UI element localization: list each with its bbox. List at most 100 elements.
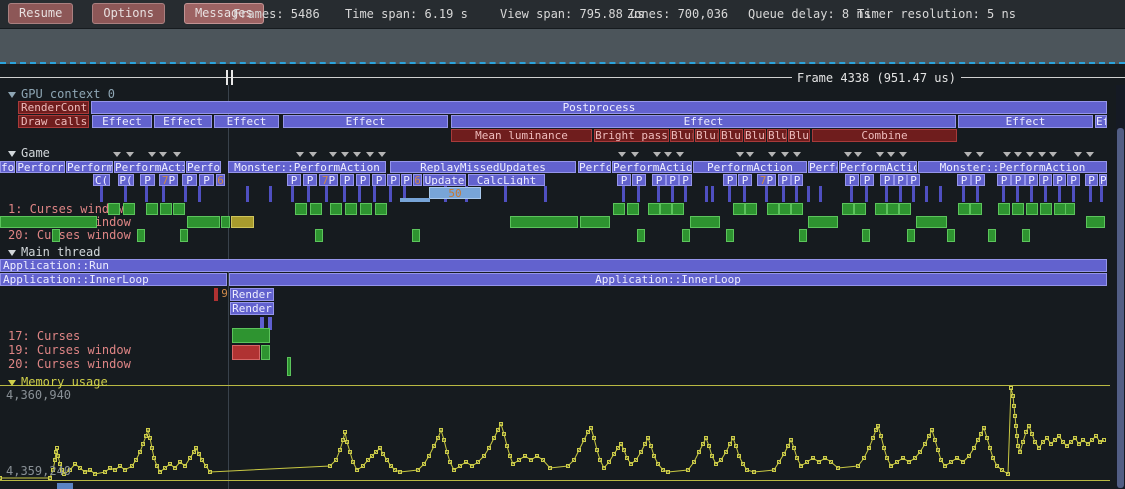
message-marker-icon[interactable] xyxy=(844,152,852,157)
lock-event[interactable] xyxy=(875,203,887,215)
message-marker-icon[interactable] xyxy=(329,152,337,157)
zone-bar[interactable]: Bright pass xyxy=(594,129,669,142)
zone-bar[interactable]: P xyxy=(356,174,370,186)
zone-bar[interactable]: Effect xyxy=(958,115,1093,128)
lock-event[interactable] xyxy=(232,328,270,343)
zone-bar[interactable]: P xyxy=(199,174,214,186)
lock-event[interactable] xyxy=(360,203,372,215)
message-marker-icon[interactable] xyxy=(1038,152,1046,157)
lock-event[interactable] xyxy=(660,203,672,215)
lock-row-label[interactable]: 17: Curses xyxy=(8,330,80,343)
lock-event[interactable] xyxy=(1040,203,1052,215)
message-marker-icon[interactable] xyxy=(653,152,661,157)
zone-bar[interactable]: PerformAction xyxy=(693,161,807,173)
zone-bar[interactable]: P xyxy=(845,174,859,186)
zone-bar[interactable]: 7P xyxy=(319,174,338,186)
zone-bar[interactable]: Blu xyxy=(767,129,787,142)
lock-event[interactable] xyxy=(108,203,120,215)
lock-event[interactable] xyxy=(315,229,323,242)
zone-bar[interactable]: Perforr xyxy=(16,161,65,173)
zone-bar[interactable]: Perfc xyxy=(578,161,611,173)
zone-bar[interactable]: P xyxy=(907,174,920,186)
message-marker-icon[interactable] xyxy=(296,152,304,157)
lock-event[interactable] xyxy=(791,203,803,215)
lock-row-label[interactable]: 19: Curses window xyxy=(8,344,131,357)
lock-row-label[interactable]: 20: Curses window xyxy=(8,229,131,242)
lock-event[interactable] xyxy=(295,203,307,215)
lock-event[interactable] xyxy=(808,216,838,228)
message-marker-icon[interactable] xyxy=(1086,152,1094,157)
message-marker-icon[interactable] xyxy=(664,152,672,157)
zone-bar[interactable]: P xyxy=(679,174,692,186)
message-marker-icon[interactable] xyxy=(899,152,907,157)
zone-bar[interactable]: P xyxy=(387,174,400,186)
lock-event[interactable] xyxy=(690,216,720,228)
zone-bar[interactable]: Application::InnerLoop xyxy=(229,273,1107,286)
message-marker-icon[interactable] xyxy=(126,152,134,157)
message-marker-icon[interactable] xyxy=(1003,152,1011,157)
lock-event[interactable] xyxy=(510,216,578,228)
zone-bar[interactable]: PerformActic xyxy=(839,161,917,173)
zone-bar[interactable]: Perform xyxy=(66,161,113,173)
message-marker-icon[interactable] xyxy=(378,152,386,157)
zone-bar[interactable]: Blur xyxy=(788,129,810,142)
lock-event[interactable] xyxy=(970,203,982,215)
lock-event[interactable] xyxy=(648,203,660,215)
zone-bar[interactable]: Update xyxy=(423,174,466,186)
message-marker-icon[interactable] xyxy=(618,152,626,157)
message-marker-icon[interactable] xyxy=(781,152,789,157)
lock-event[interactable] xyxy=(799,229,807,242)
zone-bar[interactable]: Effect xyxy=(214,115,279,128)
message-marker-icon[interactable] xyxy=(768,152,776,157)
lock-event[interactable] xyxy=(726,229,734,242)
lock-event[interactable] xyxy=(682,229,690,242)
lock-event[interactable] xyxy=(221,216,230,228)
zone-bar[interactable]: RenderConte xyxy=(18,101,89,114)
zone-bar[interactable]: Blur xyxy=(744,129,766,142)
lock-event[interactable] xyxy=(375,203,387,215)
lock-event[interactable] xyxy=(887,203,899,215)
zone-bar[interactable]: P xyxy=(182,174,197,186)
message-marker-icon[interactable] xyxy=(1026,152,1034,157)
zone-bar[interactable]: 7P xyxy=(159,174,178,186)
zone-bar[interactable]: 50 xyxy=(429,187,481,199)
zone-bar[interactable]: Application::InnerLoop xyxy=(0,273,227,286)
lock-event[interactable] xyxy=(1065,203,1075,215)
zone-bar[interactable]: P xyxy=(617,174,631,186)
message-marker-icon[interactable] xyxy=(309,152,317,157)
lock-event[interactable] xyxy=(1012,203,1024,215)
message-marker-icon[interactable] xyxy=(113,152,121,157)
zone-bar[interactable]: P xyxy=(738,174,752,186)
lock-event[interactable] xyxy=(231,216,254,228)
timeline[interactable]: 4,360,940 4,359,240 GPU context 0GameMai… xyxy=(0,0,1125,489)
message-marker-icon[interactable] xyxy=(746,152,754,157)
lock-event[interactable] xyxy=(52,229,60,242)
zone-bar[interactable]: Effect xyxy=(283,115,448,128)
message-marker-icon[interactable] xyxy=(631,152,639,157)
lock-event[interactable] xyxy=(123,203,135,215)
lock-event[interactable] xyxy=(232,345,260,360)
zone-bar[interactable]: P( xyxy=(118,174,134,186)
zone-bar[interactable]: P xyxy=(860,174,874,186)
lock-event[interactable] xyxy=(330,203,342,215)
zone-bar[interactable]: P xyxy=(303,174,317,186)
zone-bar[interactable]: P xyxy=(1085,174,1098,186)
zone-bar[interactable]: P xyxy=(1011,174,1025,186)
zone-bar[interactable]: Render xyxy=(230,302,274,315)
lock-event[interactable] xyxy=(637,229,645,242)
section-header-memory-usage[interactable]: Memory usage xyxy=(8,376,108,388)
lock-event[interactable] xyxy=(1086,216,1105,228)
message-marker-icon[interactable] xyxy=(876,152,884,157)
zone-bar[interactable]: P xyxy=(1067,174,1080,186)
zone-bar[interactable]: P xyxy=(723,174,737,186)
zone-bar[interactable]: P xyxy=(401,174,412,186)
zone-bar[interactable]: Draw calls xyxy=(18,115,89,128)
zone-bar[interactable]: Application::Run xyxy=(0,259,1107,272)
message-marker-icon[interactable] xyxy=(964,152,972,157)
zone-bar[interactable]: P xyxy=(778,174,791,186)
lock-event[interactable] xyxy=(627,203,639,215)
zone-bar[interactable]: P xyxy=(997,174,1011,186)
zone-bar[interactable]: PerformActio xyxy=(612,161,692,173)
zone-bar[interactable]: P xyxy=(652,174,666,186)
zone-bar[interactable]: P xyxy=(372,174,386,186)
